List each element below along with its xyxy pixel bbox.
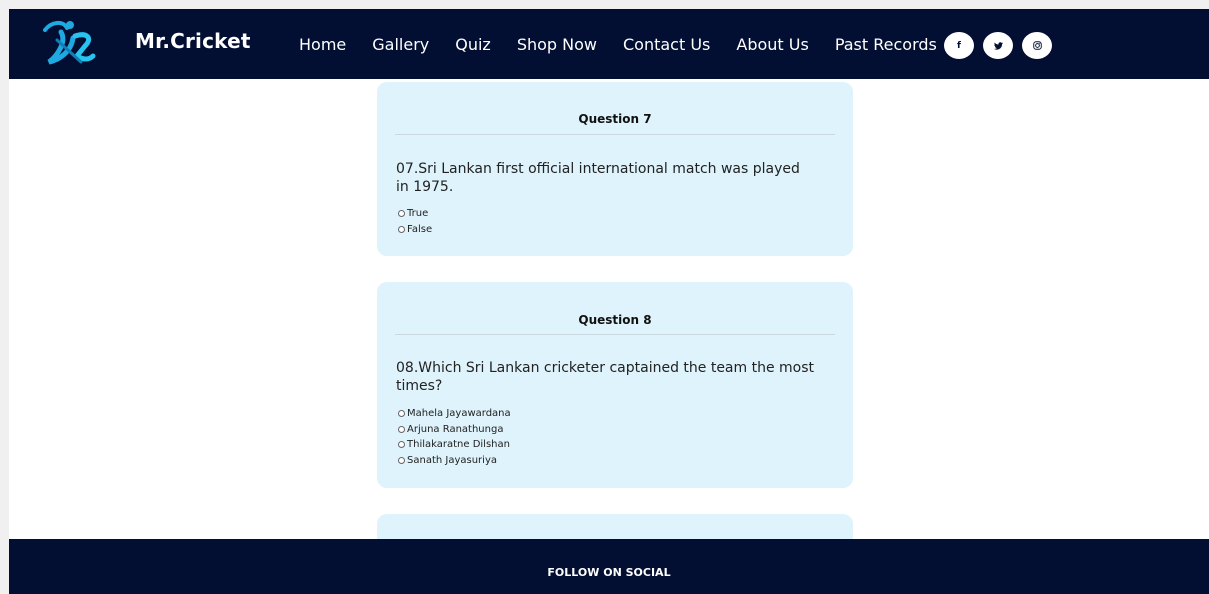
option-label[interactable]: Mahela Jayawardana (407, 408, 511, 419)
footer-title: FOLLOW ON SOCIAL (547, 566, 671, 579)
social-links: f (944, 32, 1061, 59)
quiz-content: Question 7 07.Sri Lankan first official … (9, 79, 1209, 539)
nav-past-records[interactable]: Past Records (835, 35, 937, 54)
answer-option[interactable]: True (398, 206, 432, 222)
instagram-icon[interactable] (1022, 32, 1052, 59)
radio-button[interactable] (398, 441, 405, 449)
option-label[interactable]: True (407, 208, 428, 219)
logo-icon[interactable] (37, 16, 97, 70)
question-text: 07.Sri Lankan first official internation… (396, 161, 800, 195)
nav-contact-us[interactable]: Contact Us (623, 35, 710, 54)
answer-option[interactable]: False (398, 222, 432, 238)
divider (395, 134, 835, 135)
answer-option[interactable]: Mahela Jayawardana (398, 406, 511, 422)
twitter-icon[interactable] (983, 32, 1013, 59)
nav-quiz[interactable]: Quiz (455, 35, 491, 54)
nav-about-us[interactable]: About Us (736, 35, 808, 54)
radio-button[interactable] (398, 210, 405, 218)
question-title: Question 8 (578, 313, 652, 327)
option-label[interactable]: False (407, 224, 432, 235)
radio-button[interactable] (398, 410, 405, 418)
answer-options: True False (398, 206, 432, 237)
brand-name[interactable]: Mr.Cricket (135, 29, 251, 53)
answer-options: Mahela Jayawardana Arjuna Ranathunga Thi… (398, 406, 511, 468)
nav-shop-now[interactable]: Shop Now (517, 35, 597, 54)
question-card-8: Question 8 08.Which Sri Lankan cricketer… (377, 282, 853, 488)
footer: FOLLOW ON SOCIAL (9, 539, 1209, 594)
answer-option[interactable]: Arjuna Ranathunga (398, 422, 511, 438)
answer-option[interactable]: Thilakaratne Dilshan (398, 437, 511, 453)
facebook-icon[interactable]: f (944, 32, 974, 59)
browser-page: Mr.Cricket Home Gallery Quiz Shop Now Co… (9, 9, 1209, 594)
navbar: Mr.Cricket Home Gallery Quiz Shop Now Co… (9, 9, 1209, 79)
nav-gallery[interactable]: Gallery (372, 35, 429, 54)
question-title: Question 7 (578, 112, 652, 126)
nav-home[interactable]: Home (299, 35, 346, 54)
question-card-9 (377, 514, 853, 539)
option-label[interactable]: Thilakaratne Dilshan (407, 439, 510, 450)
question-text: 08.Which Sri Lankan cricketer captained … (396, 360, 815, 394)
option-label[interactable]: Sanath Jayasuriya (407, 455, 497, 466)
radio-button[interactable] (398, 425, 405, 433)
question-card-7: Question 7 07.Sri Lankan first official … (377, 82, 853, 256)
nav-menu: Home Gallery Quiz Shop Now Contact Us Ab… (299, 9, 963, 79)
radio-button[interactable] (398, 456, 405, 464)
option-label[interactable]: Arjuna Ranathunga (407, 424, 503, 435)
radio-button[interactable] (398, 225, 405, 233)
answer-option[interactable]: Sanath Jayasuriya (398, 453, 511, 469)
divider (395, 334, 835, 335)
